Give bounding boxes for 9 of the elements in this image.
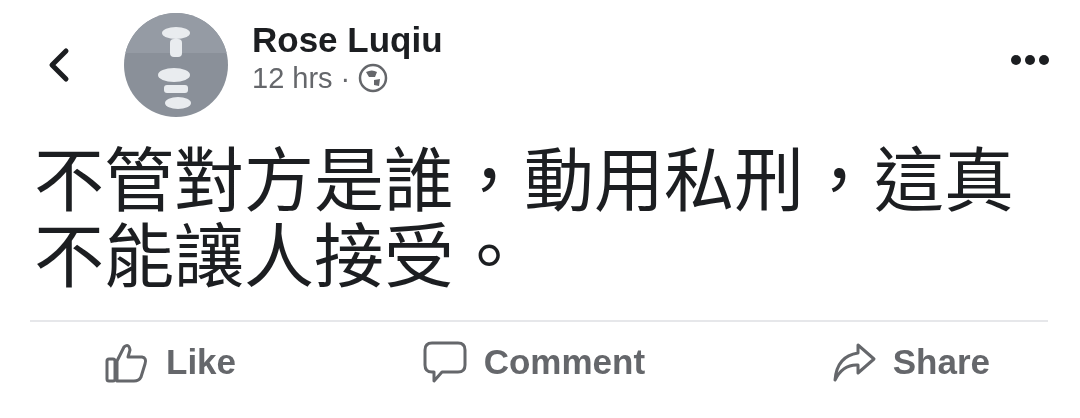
author-name[interactable]: Rose Luqiu [252,20,443,61]
comment-button[interactable]: Comment [421,336,646,389]
separator-dot: · [340,60,351,96]
share-button[interactable]: Share [830,336,990,389]
more-icon[interactable] [1010,54,1050,66]
post-time[interactable]: 12 hrs [252,60,333,96]
like-button[interactable]: Like [104,336,237,389]
post-text: 不管對方是誰，動用私刑，這真不能讓人接受。 [34,138,1015,290]
globe-icon [358,63,389,94]
